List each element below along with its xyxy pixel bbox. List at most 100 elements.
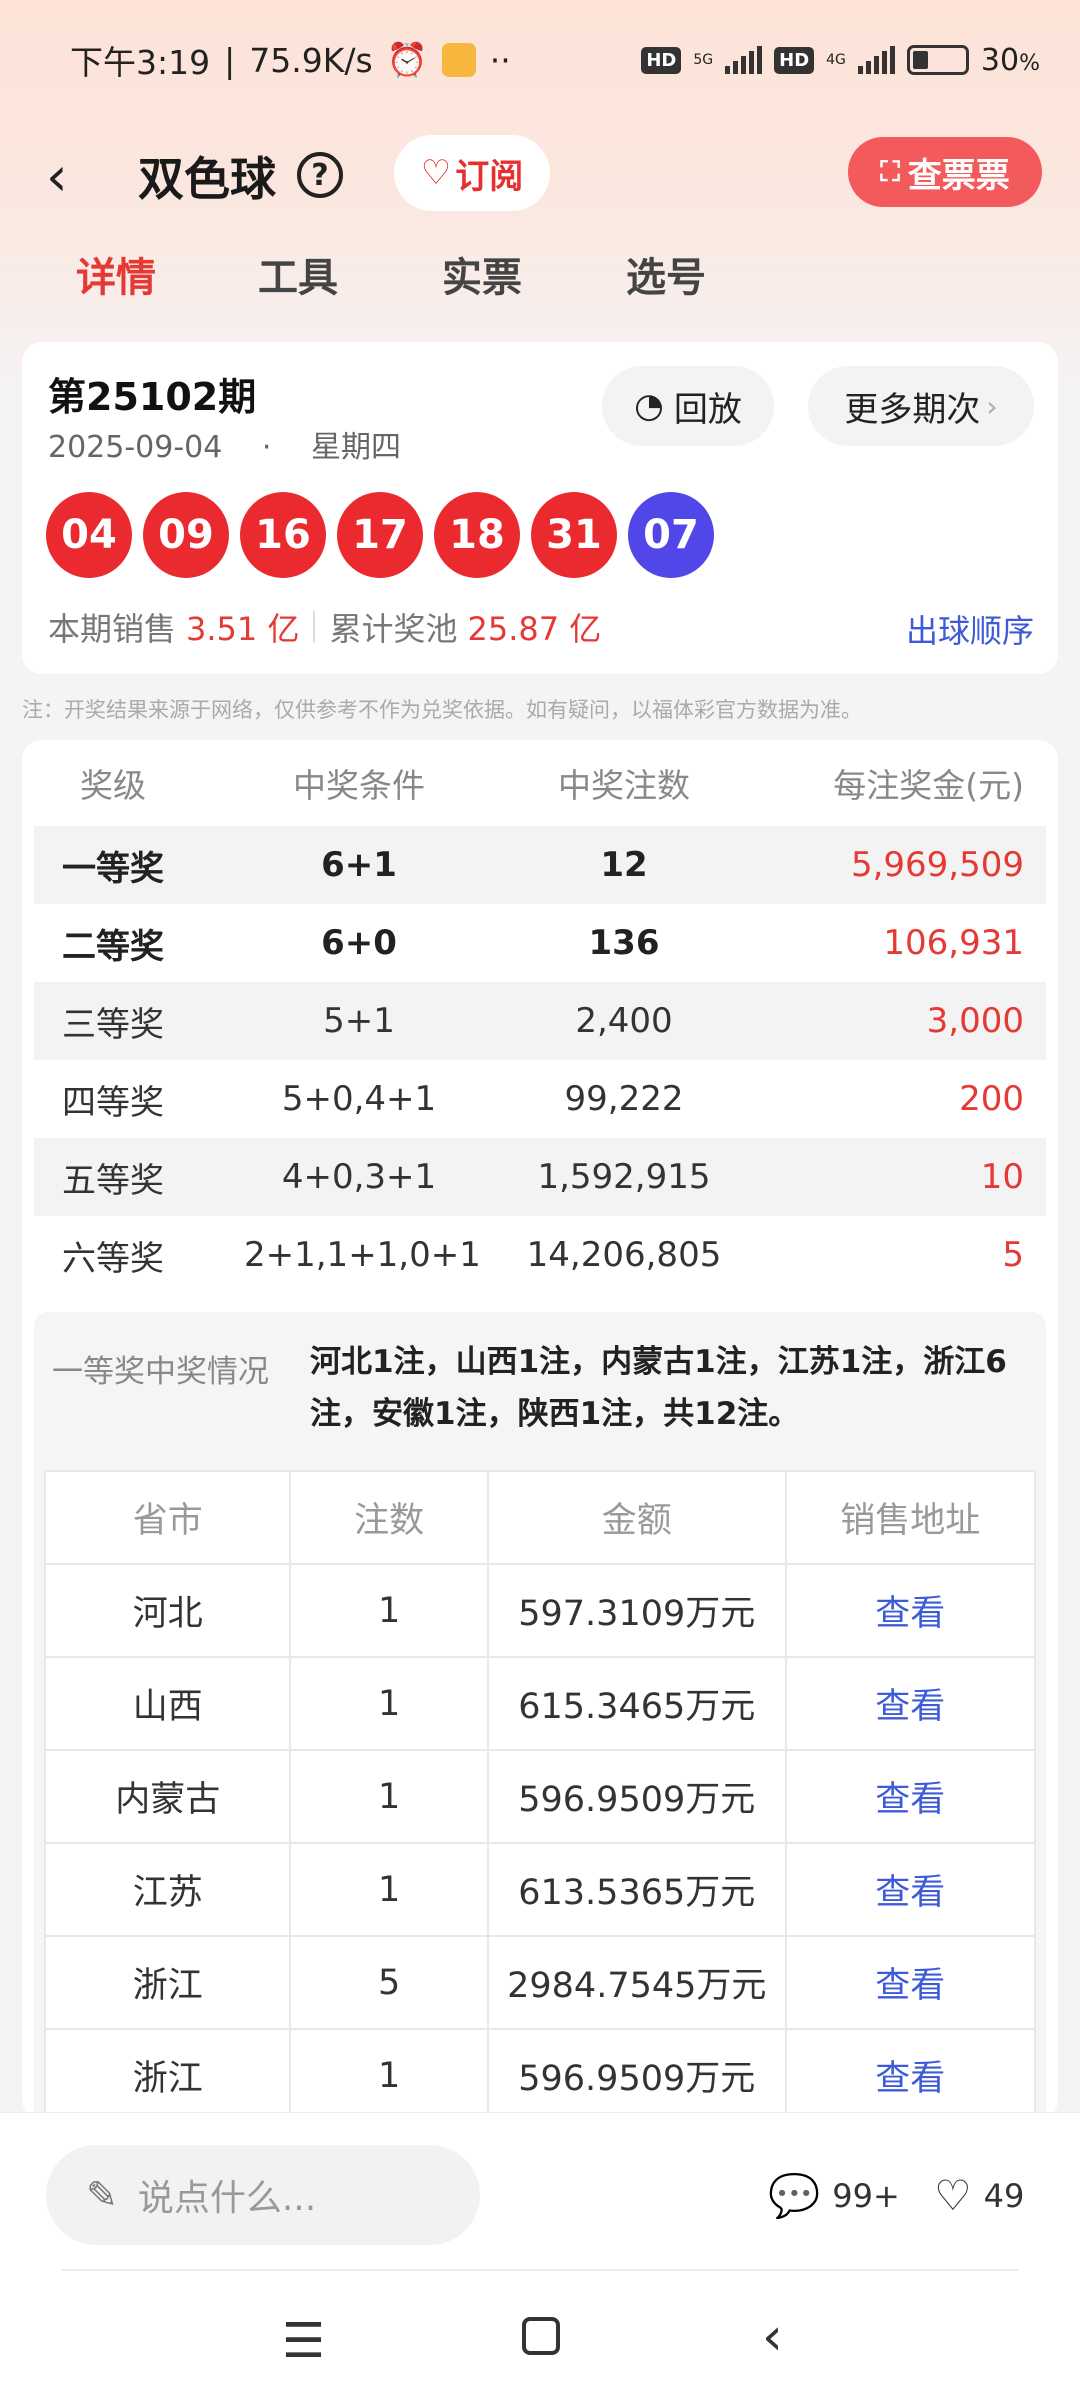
pool-label: 累计奖池 — [329, 610, 458, 648]
network-type-4g: 4G — [826, 52, 846, 68]
prize-amount: 3,000 — [926, 1001, 1024, 1041]
prize-level: 一等奖 — [62, 848, 164, 889]
hd-icon: HD — [774, 46, 815, 74]
red-ball: 09 — [143, 492, 229, 578]
app-header: ‹ 双色球 ? ♡ 订阅 ⛶ 查票票 — [0, 115, 1080, 235]
count: 1 — [289, 1563, 489, 1658]
replay-icon: ◔ — [634, 386, 664, 426]
signal-icon — [857, 46, 895, 74]
red-ball: 17 — [337, 492, 423, 578]
comment-input[interactable]: ✎ 说点什么... — [46, 2145, 480, 2245]
divider — [62, 2269, 1018, 2271]
tab-pick-numbers[interactable]: 选号 — [626, 245, 706, 303]
help-icon[interactable]: ? — [297, 152, 343, 198]
winner-count: 14,206,805 — [526, 1235, 722, 1275]
winner-count: 99,222 — [564, 1079, 684, 1119]
pencil-icon: ✎ — [86, 2173, 118, 2217]
back-button[interactable]: ‹ — [46, 145, 68, 208]
header-count: 注数 — [289, 1470, 489, 1565]
table-row: 四等奖 5+0,4+1 99,222 200 — [34, 1060, 1046, 1138]
table-row: 三等奖 5+1 2,400 3,000 — [34, 982, 1046, 1060]
heart-icon: ♡ — [934, 2171, 972, 2220]
amount: 596.9509万元 — [486, 1749, 787, 1844]
draw-weekday: 星期四 — [311, 430, 401, 465]
view-address-link[interactable]: 查看 — [784, 1749, 1037, 1844]
winning-numbers: 04 09 16 17 18 31 07 — [46, 492, 714, 578]
winners-table-header: 省市 注数 金额 销售地址 — [43, 1470, 1037, 1565]
table-row: 江苏 1 613.5365万元 查看 — [43, 1842, 1037, 1937]
pool-value: 25.87 亿 — [467, 610, 602, 648]
red-ball: 18 — [434, 492, 520, 578]
prize-amount: 5,969,509 — [850, 845, 1024, 885]
winners-label: 一等奖中奖情况 — [52, 1354, 269, 1390]
signal-icon — [725, 46, 763, 74]
sales-value: 3.51 亿 — [186, 610, 300, 648]
battery-percent: 30% — [980, 42, 1040, 78]
issue-number: 第25102期 — [48, 375, 257, 419]
comment-placeholder: 说点什么... — [137, 2178, 317, 2219]
prize-amount: 106,931 — [883, 923, 1024, 963]
tab-tools[interactable]: 工具 — [258, 245, 338, 303]
count: 1 — [289, 1749, 489, 1844]
sales-label: 本期销售 — [48, 610, 177, 648]
table-row: 六等奖 2+1,1+1,0+1 14,206,805 5 — [34, 1216, 1046, 1294]
page-title: 双色球 — [138, 152, 276, 206]
table-row: 五等奖 4+0,3+1 1,592,915 10 — [34, 1138, 1046, 1216]
first-prize-winners: 一等奖中奖情况 河北1注，山西1注，内蒙古1注，江苏1注，浙江6注，安徽1注，陕… — [34, 1312, 1046, 2120]
table-row: 山西 1 615.3465万元 查看 — [43, 1656, 1037, 1751]
amount: 2984.7545万元 — [486, 1935, 787, 2030]
sales-info: 本期销售 3.51 亿 累计奖池 25.87 亿 — [48, 604, 615, 650]
app-notification-icon — [441, 43, 476, 77]
chevron-right-icon: › — [986, 389, 998, 423]
table-row: 内蒙古 1 596.9509万元 查看 — [43, 1749, 1037, 1844]
prize-condition: 6+0 — [321, 923, 397, 963]
province: 江苏 — [43, 1842, 292, 1937]
comment-bubble-icon: 💬 — [768, 2171, 821, 2220]
more-issues-button[interactable]: 更多期次 › — [808, 366, 1034, 446]
prize-amount: 10 — [980, 1157, 1024, 1197]
view-address-link[interactable]: 查看 — [784, 1656, 1037, 1751]
draw-result-card: 第25102期 2025-09-04 · 星期四 ◔ 回放 更多期次 › 04 … — [22, 342, 1058, 674]
table-row: 浙江 5 2984.7545万元 查看 — [43, 1935, 1037, 2030]
status-net-speed: 75.9K/s — [249, 40, 373, 80]
table-row: 浙江 1 596.9509万元 查看 — [43, 2028, 1037, 2120]
view-address-link[interactable]: 查看 — [784, 1842, 1037, 1937]
comments-button[interactable]: 💬 99+ — [768, 2171, 900, 2221]
view-address-link[interactable]: 查看 — [784, 1563, 1037, 1658]
prize-condition: 2+1,1+1,0+1 — [244, 1235, 481, 1275]
date-separator: · — [261, 430, 272, 465]
prize-condition: 5+0,4+1 — [281, 1079, 437, 1119]
scan-icon: ⛶ — [880, 155, 900, 188]
nav-back-button[interactable]: ‹ — [762, 2307, 783, 2367]
like-button[interactable]: ♡ 49 — [934, 2171, 1024, 2220]
bottom-bar: ✎ 说点什么... 💬 99+ ♡ 49 ☰ ‹ — [0, 2112, 1080, 2400]
red-ball: 16 — [240, 492, 326, 578]
header-winner-count: 中奖注数 — [558, 766, 690, 805]
tab-details[interactable]: 详情 — [76, 245, 156, 303]
prize-level: 三等奖 — [62, 1004, 164, 1045]
tab-real-tickets[interactable]: 实票 — [442, 245, 522, 303]
status-bar: 下午3:19 | 75.9K/s ⏰ ·· HD 5G HD 4G 30% — [0, 0, 1080, 120]
view-address-link[interactable]: 查看 — [784, 2028, 1037, 2120]
draw-order-link[interactable]: 出球顺序 — [906, 606, 1034, 652]
replay-button[interactable]: ◔ 回放 — [602, 366, 774, 446]
battery-icon — [906, 45, 969, 75]
province: 河北 — [43, 1563, 292, 1658]
province: 浙江 — [43, 1935, 292, 2030]
subscribe-button[interactable]: ♡ 订阅 — [394, 135, 550, 211]
nav-menu-button[interactable]: ☰ — [282, 2313, 325, 2369]
nav-home-button[interactable] — [522, 2317, 560, 2355]
prize-level: 四等奖 — [62, 1082, 164, 1123]
province: 山西 — [43, 1656, 292, 1751]
heart-plus-icon: ♡ — [420, 153, 452, 193]
view-address-link[interactable]: 查看 — [784, 1935, 1037, 2030]
table-row: 河北 1 597.3109万元 查看 — [43, 1563, 1037, 1658]
check-ticket-button[interactable]: ⛶ 查票票 — [848, 137, 1042, 207]
comment-count: 99+ — [832, 2177, 900, 2215]
count: 1 — [289, 1656, 489, 1751]
divider — [313, 611, 316, 643]
amount: 615.3465万元 — [486, 1656, 787, 1751]
amount: 597.3109万元 — [486, 1563, 787, 1658]
table-row: 一等奖 6+1 12 5,969,509 — [34, 826, 1046, 904]
winner-count: 2,400 — [575, 1001, 673, 1041]
